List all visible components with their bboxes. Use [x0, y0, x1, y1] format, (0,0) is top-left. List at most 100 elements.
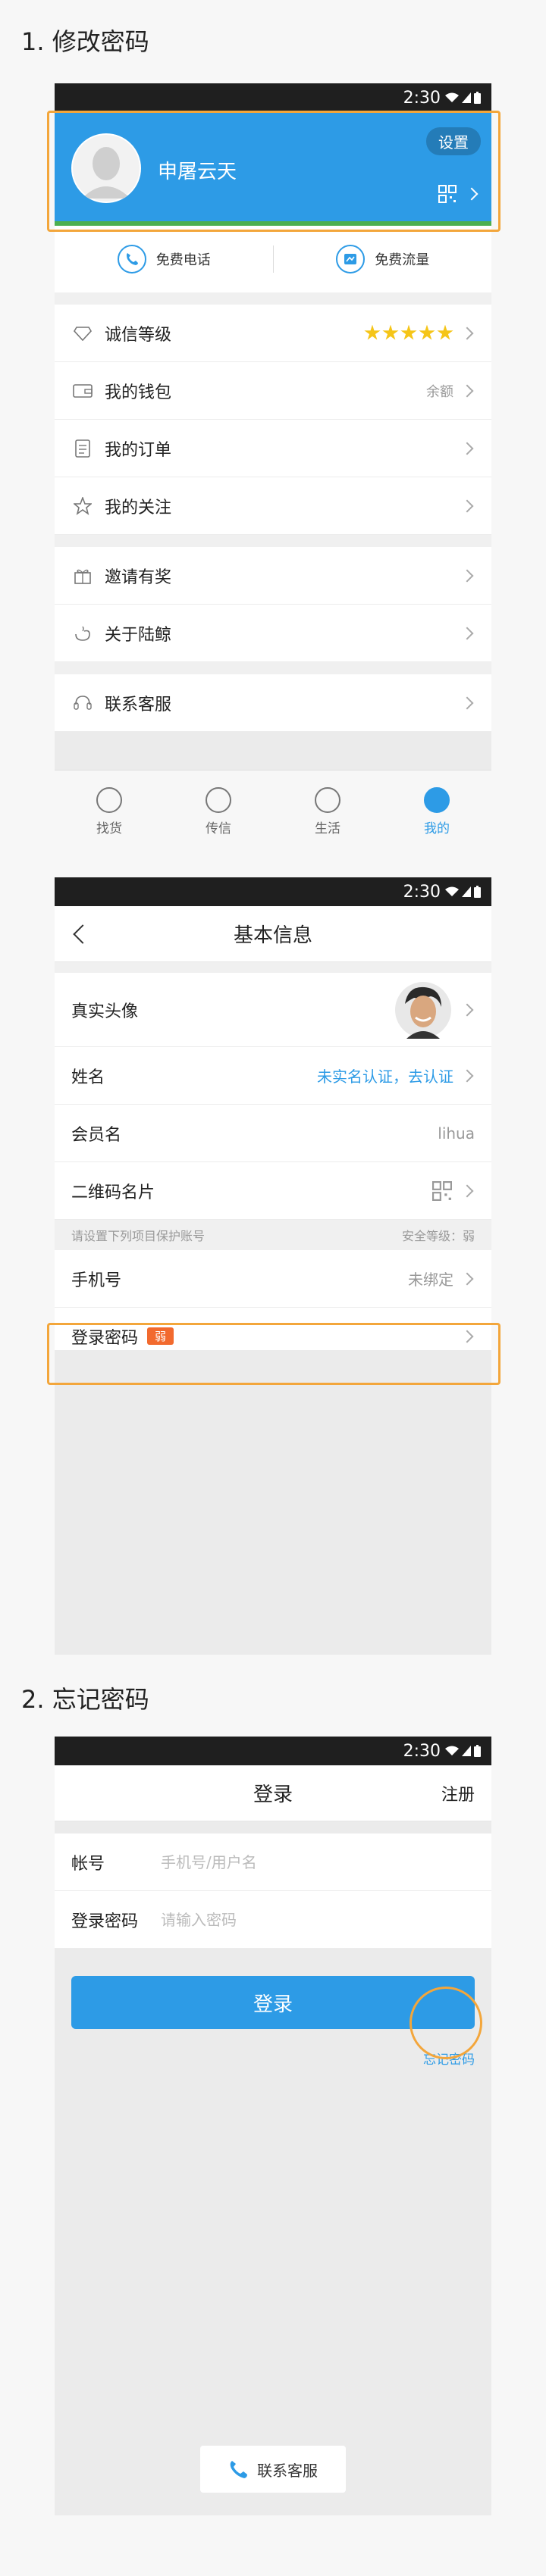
battery-icon	[474, 886, 481, 898]
status-time: 2:30	[403, 88, 441, 108]
battery-icon	[474, 1745, 481, 1757]
security-notice: 请设置下列项目保护账号	[71, 1229, 206, 1243]
highlight-login-password	[47, 1323, 500, 1385]
highlight-profile-header	[47, 111, 500, 232]
credit-stars	[364, 324, 453, 342]
chevron-right-icon	[460, 1003, 474, 1016]
tab-find-goods[interactable]: 找货	[55, 771, 164, 853]
password-input[interactable]	[161, 1910, 475, 1929]
status-icons	[445, 1745, 481, 1757]
status-bar: 2:30	[55, 83, 491, 112]
row-qrcode-card[interactable]: 二维码名片	[55, 1162, 491, 1220]
compass-icon	[315, 787, 340, 813]
qrcode-card-label: 二维码名片	[71, 1183, 155, 1202]
tab-label: 传信	[206, 821, 231, 836]
account-row: 帐号	[55, 1834, 491, 1891]
member-name-value: lihua	[438, 1124, 475, 1143]
account-input[interactable]	[161, 1852, 475, 1871]
chevron-right-icon	[460, 327, 474, 339]
free-data-button[interactable]: 免费流量	[274, 244, 492, 274]
tab-me[interactable]: 我的	[382, 771, 491, 853]
member-name-label: 会员名	[71, 1125, 122, 1145]
menu-service[interactable]: 联系客服	[55, 674, 491, 732]
headset-icon	[71, 692, 94, 714]
menu-follow-label: 我的关注	[105, 498, 172, 517]
page-title: 登录	[253, 1784, 293, 1806]
gift-icon	[71, 564, 94, 587]
chevron-right-icon	[460, 442, 474, 455]
menu-invite[interactable]: 邀请有奖	[55, 547, 491, 605]
status-bar: 2:30	[55, 1737, 491, 1765]
account-label: 帐号	[71, 1854, 105, 1874]
menu-credit-label: 诚信等级	[105, 325, 172, 345]
whale-icon	[71, 622, 94, 645]
signal-icon	[462, 92, 471, 103]
wifi-icon	[445, 1746, 459, 1755]
security-notice-bar: 请设置下列项目保护账号 安全等级：弱	[55, 1220, 491, 1250]
name-verify-link[interactable]: 未实名认证，去认证	[317, 1064, 453, 1086]
menu-orders[interactable]: 我的订单	[55, 420, 491, 477]
chevron-right-icon	[460, 1184, 474, 1197]
quick-actions: 免费电话 免费流量	[55, 226, 491, 292]
battery-icon	[474, 92, 481, 104]
menu-credit[interactable]: 诚信等级	[55, 305, 491, 362]
row-avatar[interactable]: 真实头像	[55, 973, 491, 1047]
free-data-label: 免费流量	[375, 252, 430, 268]
page-title: 基本信息	[233, 924, 312, 947]
nav-bar: 登录 注册	[55, 1765, 491, 1821]
chevron-right-icon	[460, 499, 474, 512]
menu-wallet-label: 我的钱包	[105, 383, 172, 402]
empty-space	[55, 1350, 491, 1655]
status-time: 2:30	[403, 882, 441, 902]
tab-message[interactable]: 传信	[164, 771, 273, 853]
tab-life[interactable]: 生活	[273, 771, 382, 853]
row-name[interactable]: 姓名 未实名认证，去认证	[55, 1047, 491, 1105]
star-icon	[437, 324, 453, 340]
signal-icon	[462, 886, 471, 897]
menu-follow[interactable]: 我的关注	[55, 477, 491, 535]
contact-service-button[interactable]: 联系客服	[200, 2446, 346, 2493]
status-icons	[445, 92, 481, 104]
chevron-right-icon	[460, 1272, 474, 1285]
menu-wallet[interactable]: 我的钱包 余额	[55, 362, 491, 420]
back-arrow-icon[interactable]	[73, 924, 93, 944]
chevron-right-icon	[460, 384, 474, 397]
wifi-icon	[445, 92, 459, 102]
row-member-name: 会员名 lihua	[55, 1105, 491, 1162]
chevron-right-icon	[460, 627, 474, 639]
order-list-icon	[71, 437, 94, 460]
basic-info-screen: 2:30 基本信息 真实头像 姓名 未实名认证，去认证 会员名 lihua 二维…	[55, 877, 491, 1655]
section-title-forgot-password: 2. 忘记密码	[21, 1685, 149, 1714]
diamond-icon	[71, 322, 94, 345]
wallet-balance-label: 余额	[426, 383, 453, 400]
user-icon	[424, 787, 450, 813]
tab-label: 我的	[424, 821, 450, 836]
name-label: 姓名	[71, 1068, 105, 1087]
menu-orders-label: 我的订单	[105, 440, 172, 460]
message-icon	[206, 787, 231, 813]
password-label: 登录密码	[71, 1912, 139, 1931]
find-goods-icon	[96, 787, 122, 813]
status-icons	[445, 886, 481, 898]
star-icon	[419, 324, 435, 340]
register-button[interactable]: 注册	[441, 1781, 475, 1805]
highlight-forgot-password	[410, 1987, 482, 2059]
row-phone[interactable]: 手机号 未绑定	[55, 1250, 491, 1308]
menu-about[interactable]: 关于陆鲸	[55, 605, 491, 662]
status-bar: 2:30	[55, 877, 491, 906]
password-row: 登录密码	[55, 1891, 491, 1949]
star-icon	[364, 324, 381, 340]
phone-label: 手机号	[71, 1271, 122, 1290]
tab-label: 找货	[96, 821, 122, 836]
chevron-right-icon	[460, 569, 474, 582]
phone-icon	[230, 2461, 247, 2478]
chevron-right-icon	[460, 1069, 474, 1082]
empty-space	[55, 732, 491, 770]
avatar-label: 真实头像	[71, 1002, 139, 1021]
free-call-button[interactable]: 免费电话	[55, 244, 273, 274]
menu-about-label: 关于陆鲸	[105, 625, 172, 645]
menu-service-label: 联系客服	[105, 695, 172, 714]
qrcode-icon	[432, 1180, 452, 1201]
star-icon	[382, 324, 399, 340]
security-level: 安全等级：弱	[401, 1229, 475, 1243]
